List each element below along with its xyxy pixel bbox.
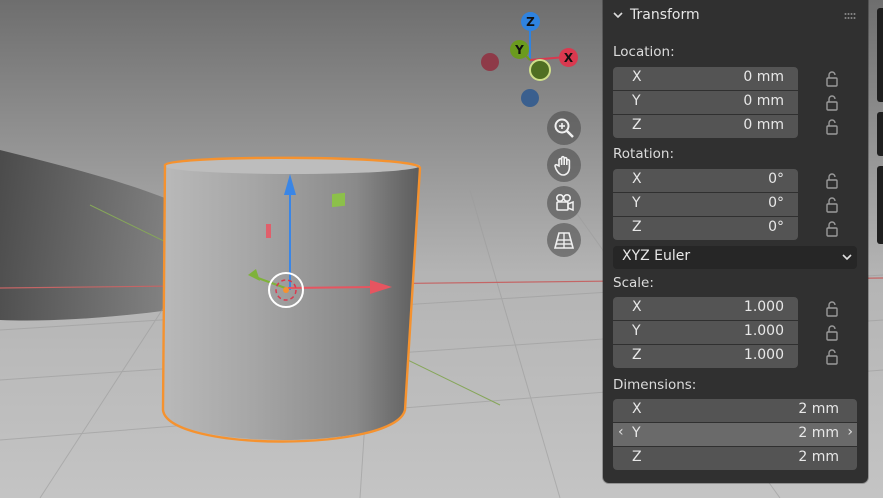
scale-x-field[interactable]: X 1.000 bbox=[613, 297, 798, 320]
axis-label: X bbox=[632, 299, 642, 315]
dimensions-label: Dimensions: bbox=[613, 377, 697, 393]
sidebar-tab-tool[interactable] bbox=[877, 112, 883, 156]
location-label: Location: bbox=[613, 44, 675, 60]
location-y-lock-toggle[interactable] bbox=[825, 94, 839, 111]
rotation-label: Rotation: bbox=[613, 146, 675, 162]
hand-pan-icon bbox=[554, 155, 571, 176]
camera-view-button[interactable] bbox=[547, 186, 581, 220]
rotation-mode-select[interactable]: XYZ Euler bbox=[613, 246, 857, 269]
axis-label: X bbox=[632, 401, 642, 417]
zoom-button[interactable] bbox=[547, 111, 581, 145]
lock-icon bbox=[826, 349, 838, 365]
field-value: 0 mm bbox=[743, 117, 784, 133]
location-z-field[interactable]: Z 0 mm bbox=[613, 115, 798, 138]
transform-panel-header[interactable]: Transform bbox=[603, 0, 868, 32]
perspective-grid-icon bbox=[553, 232, 575, 249]
gizmo-x-label: X bbox=[563, 50, 574, 65]
location-y-field[interactable]: Y 0 mm bbox=[613, 91, 798, 114]
sidebar-tab-item[interactable] bbox=[877, 8, 883, 102]
field-value: 2 mm bbox=[798, 449, 839, 465]
dimensions-z-field[interactable]: Z 2 mm bbox=[613, 447, 857, 470]
lock-icon bbox=[826, 173, 838, 189]
scale-x-lock-toggle[interactable] bbox=[825, 300, 839, 317]
scale-z-field[interactable]: Z 1.000 bbox=[613, 345, 798, 368]
sidebar-tab-view[interactable] bbox=[877, 166, 883, 244]
gizmo-x-axis[interactable]: X bbox=[559, 48, 578, 67]
gizmo-z-axis[interactable]: Z bbox=[521, 12, 540, 31]
rotation-z-lock-toggle[interactable] bbox=[825, 220, 839, 237]
field-value: 0 mm bbox=[743, 93, 784, 109]
axis-label: Y bbox=[632, 93, 641, 109]
lock-icon bbox=[826, 95, 838, 111]
chevron-down-icon bbox=[842, 254, 852, 261]
rotation-mode-value: XYZ Euler bbox=[622, 248, 691, 264]
axis-label: Y bbox=[632, 195, 641, 211]
gizmo-y-axis[interactable]: Y bbox=[510, 40, 529, 59]
field-value: 0° bbox=[768, 171, 784, 187]
location-z-lock-toggle[interactable] bbox=[825, 118, 839, 135]
field-value: 0 mm bbox=[743, 69, 784, 85]
gizmo-y-label: Y bbox=[515, 42, 524, 57]
chevron-down-icon bbox=[613, 12, 623, 19]
scale-label: Scale: bbox=[613, 275, 654, 291]
location-x-lock-toggle[interactable] bbox=[825, 70, 839, 87]
axis-label: Z bbox=[632, 347, 642, 363]
field-value: 1.000 bbox=[743, 299, 784, 315]
gizmo-z-label: Z bbox=[526, 14, 535, 29]
lock-icon bbox=[826, 71, 838, 87]
field-value: 1.000 bbox=[743, 347, 784, 363]
scale-y-field[interactable]: Y 1.000 bbox=[613, 321, 798, 344]
lock-icon bbox=[826, 119, 838, 135]
scale-z-lock-toggle[interactable] bbox=[825, 348, 839, 365]
field-value: 0° bbox=[768, 195, 784, 211]
axis-label: Y bbox=[632, 323, 641, 339]
zoom-icon bbox=[554, 118, 574, 138]
axis-label: Z bbox=[632, 117, 642, 133]
axis-label: Y bbox=[632, 425, 641, 441]
field-value: 2 mm bbox=[798, 401, 839, 417]
rotation-y-lock-toggle[interactable] bbox=[825, 196, 839, 213]
axis-label: Z bbox=[632, 449, 642, 465]
camera-icon bbox=[555, 193, 574, 212]
field-value: 2 mm bbox=[798, 425, 839, 441]
field-value: 1.000 bbox=[743, 323, 784, 339]
lock-icon bbox=[826, 325, 838, 341]
rotation-z-field[interactable]: Z 0° bbox=[613, 217, 798, 240]
field-value: 0° bbox=[768, 219, 784, 235]
rotation-x-lock-toggle[interactable] bbox=[825, 172, 839, 189]
pan-button[interactable] bbox=[547, 148, 581, 182]
rotation-y-field[interactable]: Y 0° bbox=[613, 193, 798, 216]
drag-grip-icon[interactable] bbox=[844, 12, 856, 20]
scale-y-lock-toggle[interactable] bbox=[825, 324, 839, 341]
3d-viewport[interactable]: Z X Y Transform Location: X 0 mm Y 0 mm … bbox=[0, 0, 883, 498]
lock-icon bbox=[826, 221, 838, 237]
decrement-arrow-icon[interactable]: ‹ bbox=[618, 424, 624, 440]
transform-panel: Transform Location: X 0 mm Y 0 mm Z 0 mm… bbox=[603, 0, 868, 483]
location-x-field[interactable]: X 0 mm bbox=[613, 67, 798, 90]
increment-arrow-icon[interactable]: › bbox=[847, 424, 853, 440]
panel-title: Transform bbox=[630, 7, 700, 23]
dimensions-y-field[interactable]: ‹ Y 2 mm › bbox=[613, 423, 857, 446]
dimensions-x-field[interactable]: X 2 mm bbox=[613, 399, 857, 422]
axis-label: X bbox=[632, 171, 642, 187]
perspective-toggle-button[interactable] bbox=[547, 223, 581, 257]
axis-label: Z bbox=[632, 219, 642, 235]
lock-icon bbox=[826, 301, 838, 317]
axis-label: X bbox=[632, 69, 642, 85]
rotation-x-field[interactable]: X 0° bbox=[613, 169, 798, 192]
lock-icon bbox=[826, 197, 838, 213]
